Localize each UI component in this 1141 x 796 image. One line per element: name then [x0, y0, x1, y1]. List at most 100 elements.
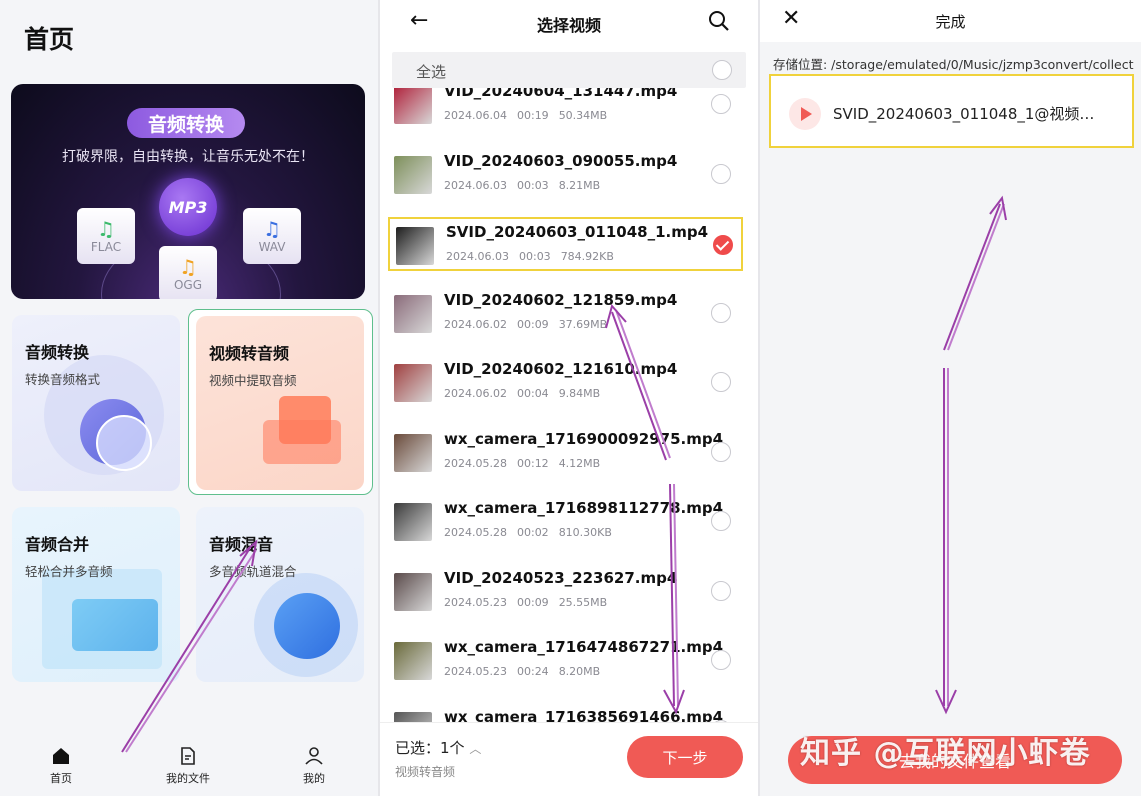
person-icon — [305, 747, 323, 765]
file-row[interactable]: VID_20240603_090055.mp4 2024.06.03 00:03 8.… — [388, 148, 742, 202]
tile-audio-mix[interactable]: 音频混音 多音频轨道混合 — [196, 507, 364, 682]
video-thumbnail — [394, 364, 432, 402]
wav-card: ♫ WAV — [243, 208, 301, 264]
tile-audio-merge[interactable]: 音频合并 轻松合并多音频 — [12, 507, 180, 682]
tile-subtitle: 视频中提取音频 — [209, 373, 297, 388]
file-checkbox[interactable] — [711, 372, 731, 392]
file-date: 2024.05.28 — [444, 526, 507, 539]
page-title: 首页 — [24, 25, 75, 54]
selection-bar: 已选：1个 ︿ 视频转音频 下一步 — [380, 722, 758, 796]
refresh-icon — [96, 415, 152, 471]
file-row[interactable]: VID_20240604_131447.mp4 2024.06.04 00:19 50… — [388, 86, 742, 132]
file-date: 2024.05.23 — [444, 595, 507, 609]
mode-label: 视频转音频 — [395, 765, 456, 779]
file-row[interactable]: wx_camera_1716900092975.mp4 2024.05.28 00:… — [388, 426, 742, 480]
file-meta: 2024.05.23 00:09 25.55MB — [444, 596, 607, 609]
file-name: wx_camera_1716898112778.mp4 — [444, 499, 724, 517]
video-picker-screen: ← 选择视频 VID_20240604_131447.mp4 2024.06.04… — [380, 0, 758, 796]
file-meta: 2024.06.02 00:09 37.69MB — [444, 318, 607, 331]
file-size: 8.20MB — [558, 665, 601, 678]
banner-title: 音频转换 — [127, 108, 245, 138]
next-button[interactable]: 下一步 — [627, 736, 743, 778]
file-name: VID_20240602_121610.mp4 — [444, 360, 678, 378]
video-thumbnail — [396, 227, 434, 265]
file-duration: 00:09 — [516, 317, 549, 331]
selected-count[interactable]: 已选：1个 ︿ — [395, 737, 481, 758]
file-size: 50.34MB — [558, 109, 608, 122]
file-name: wx_camera_1716385691466.mp4 — [444, 707, 724, 723]
video-thumbnail — [394, 155, 432, 194]
ogg-card: ♫ OGG — [159, 246, 217, 299]
file-date: 2024.06.03 — [446, 250, 509, 263]
result-screen: ✕ 完成 存储位置: /storage/emulated/0/Music/jzm… — [760, 0, 1141, 796]
flac-card: ♫ FLAC — [77, 208, 135, 264]
nav-label: 我的文件 — [166, 772, 210, 785]
file-duration: 00:03 — [518, 250, 551, 263]
file-meta: 2024.06.02 00:04 9.84MB — [444, 387, 600, 400]
file-duration: 00:24 — [516, 665, 549, 678]
file-checkbox[interactable] — [711, 580, 731, 601]
file-checkbox[interactable] — [711, 650, 731, 670]
tile-title: 视频转音频 — [209, 344, 290, 363]
top-bar: ✕ 完成 — [760, 0, 1141, 42]
file-row[interactable]: wx_camera_1716474867271.mp4 2024.05.23 00:… — [388, 634, 742, 688]
nav-item-me[interactable]: 我的 — [274, 746, 354, 786]
file-size: 9.84MB — [558, 387, 601, 400]
format-label: WAV — [258, 240, 286, 254]
file-row[interactable]: wx_camera_1716898112778.mp4 2024.05.28 00:… — [388, 495, 742, 549]
file-row[interactable]: VID_20240602_121610.mp4 2024.06.02 00:04 9.… — [388, 356, 742, 410]
tile-audio-convert[interactable]: 音频转换 转换音频格式 — [12, 315, 180, 491]
file-checkbox[interactable] — [711, 302, 731, 323]
file-list[interactable]: VID_20240604_131447.mp4 2024.06.04 00:19 50… — [380, 86, 758, 722]
file-checkbox[interactable] — [711, 94, 731, 114]
file-size: 25.55MB — [558, 595, 608, 609]
file-icon — [181, 747, 195, 765]
select-all-row[interactable]: 全选 — [392, 52, 746, 88]
file-meta: 2024.06.03 00:03 8.21MB — [444, 179, 600, 192]
output-file-card[interactable]: SVID_20240603_011048_1@视频… — [769, 74, 1134, 148]
tile-video-to-audio[interactable]: 视频转音频 视频中提取音频 — [188, 309, 373, 495]
file-name: VID_20240604_131447.mp4 — [444, 86, 678, 100]
file-name: VID_20240602_121859.mp4 — [444, 290, 678, 309]
file-date: 2024.05.23 — [444, 665, 507, 678]
file-row[interactable]: SVID_20240603_011048_1.mp4 2024.06.03 00:0… — [388, 217, 743, 271]
file-checkbox[interactable] — [711, 441, 731, 462]
file-date: 2024.06.04 — [444, 109, 507, 122]
file-meta: 2024.06.03 00:03 784.92KB — [446, 250, 614, 263]
file-checkbox[interactable] — [711, 163, 731, 184]
tile-decoration — [42, 569, 162, 669]
output-file-name: SVID_20240603_011048_1@视频… — [833, 105, 1095, 123]
play-icon[interactable] — [789, 98, 821, 130]
file-checkbox[interactable] — [713, 235, 733, 255]
file-meta: 2024.05.23 00:24 8.20MB — [444, 665, 600, 678]
file-duration: 00:19 — [516, 109, 549, 122]
nav-item-my-files[interactable]: 我的文件 — [148, 746, 228, 786]
file-meta: 2024.05.28 00:12 4.12MB — [444, 457, 600, 470]
tile-subtitle: 轻松合并多音频 — [25, 564, 113, 579]
file-meta: 2024.05.28 00:02 810.30KB — [444, 526, 612, 539]
file-name: wx_camera_1716900092975.mp4 — [444, 429, 724, 448]
file-duration: 00:03 — [516, 178, 549, 192]
nav-item-home[interactable]: 首页 — [21, 746, 101, 786]
video-thumbnail — [394, 433, 432, 472]
tile-decoration — [263, 420, 341, 464]
audio-convert-banner[interactable]: 音频转换 打破界限，自由转换，让音乐无处不在！ MP3 ♫ FLAC ♫ OGG… — [11, 84, 365, 299]
video-thumbnail — [394, 711, 432, 722]
file-meta: 2024.06.04 00:19 50.34MB — [444, 109, 607, 122]
file-date: 2024.05.28 — [444, 456, 507, 470]
file-size: 810.30KB — [558, 526, 612, 539]
chevron-up-icon[interactable]: ︿ — [469, 742, 481, 756]
search-icon[interactable] — [708, 10, 730, 32]
file-checkbox[interactable] — [711, 511, 731, 531]
page-title: 选择视频 — [536, 16, 601, 35]
file-row[interactable]: VID_20240523_223627.mp4 2024.05.23 00:09 25… — [388, 565, 742, 619]
page-title: 完成 — [935, 13, 966, 31]
file-row[interactable]: VID_20240602_121859.mp4 2024.06.02 00:09 37… — [388, 287, 742, 341]
file-date: 2024.06.02 — [444, 317, 507, 331]
file-row[interactable]: wx_camera_1716385691466.mp4 — [388, 704, 742, 723]
tile-title: 音频混音 — [209, 535, 274, 554]
waveform-icon — [274, 593, 340, 659]
select-all-label: 全选 — [416, 63, 447, 81]
select-all-checkbox[interactable] — [712, 60, 732, 80]
file-name: wx_camera_1716474867271.mp4 — [444, 638, 724, 656]
